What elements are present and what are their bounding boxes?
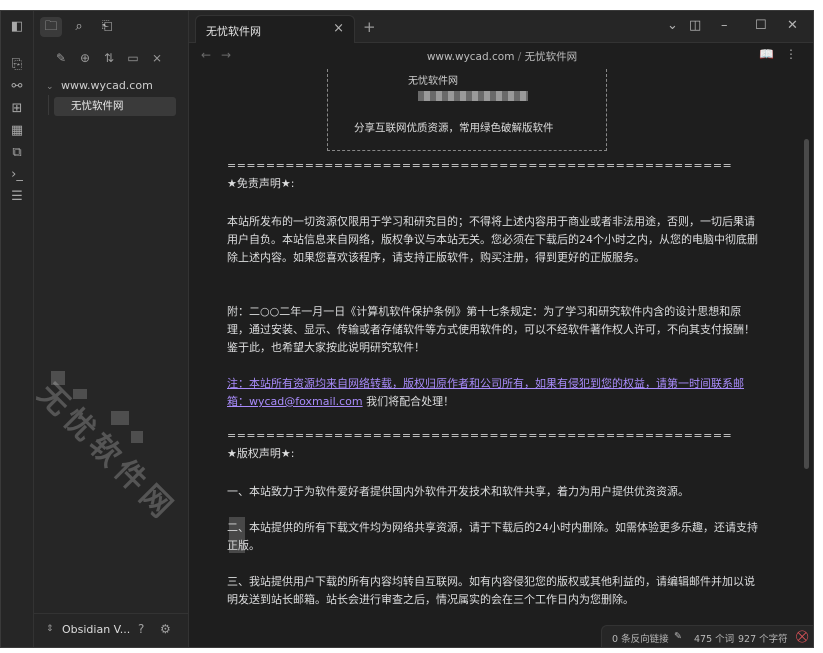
banner-blurred-text [418, 91, 528, 101]
breadcrumb-folder[interactable]: www.wycad.com [427, 51, 515, 63]
copyright-item-2: 二、本站提供的所有下载文件均为网络共享资源，请于下载后的24小时内删除。如需体验… [227, 521, 758, 552]
sync-error-icon[interactable]: ⛒ [796, 629, 808, 644]
new-tab-button[interactable]: + [363, 18, 376, 36]
search-tab-icon[interactable]: ⌕ [68, 17, 90, 37]
toggle-sidebar-icon[interactable]: ◧ [9, 19, 25, 35]
vertical-scrollbar[interactable] [804, 139, 809, 469]
command-palette-icon[interactable]: ›_ [9, 167, 25, 183]
tree-file-label: 无忧软件网 [71, 100, 124, 112]
disclaimer-heading: ★免责声明★: [227, 177, 295, 190]
regulation-paragraph: 附：二○○二年一月一日《计算机软件保护条例》第十七条规定：为了学习和研究软件内含… [227, 305, 755, 354]
tree-indent-guide [48, 95, 49, 115]
tree-folder-wycad[interactable]: ⌄ www.wycad.com [46, 77, 186, 95]
file-explorer-toolbar: ✎ ⊕ ⇅ ▭ ⨯ [34, 47, 188, 71]
divider-line: ========================================… [227, 159, 733, 172]
status-bar: 0 条反向链接 ✎ 475 个词 927 个字符 ⛒ [601, 625, 813, 647]
note-content: 无忧软件网 分享互联网优质资源，常用绿色破解版软件 ==============… [227, 69, 762, 629]
file-explorer-pane: 🗀 ⌕ ⎗ ✎ ⊕ ⇅ ▭ ⨯ ⌄ www.wycad.com 无忧软件网 ⇕ … [34, 11, 189, 647]
right-sidebar-toggle-icon[interactable]: ◫ [689, 18, 701, 33]
open-quick-switcher-icon[interactable]: ⎘ [9, 57, 25, 73]
settings-gear-icon[interactable]: ⚙ [160, 622, 171, 636]
vault-name[interactable]: Obsidian V... [62, 623, 130, 636]
banner-tagline: 分享互联网优质资源，常用绿色破解版软件 [354, 122, 554, 134]
tab-active[interactable]: 无忧软件网 × [195, 15, 355, 43]
ribbon: ⎘ ⚯ ⊞ ▦ ⧉ ›_ ☰ ◧ [1, 11, 34, 647]
contact-paragraph: 注：本站所有资源均来自网络转载，版权归原作者和公司所有，如果有侵犯到您的权益，请… [227, 375, 762, 411]
vault-switcher-bar: ⇕ Obsidian V... ? ⚙ [34, 613, 188, 647]
new-note-icon[interactable]: ✎ [52, 49, 70, 67]
breadcrumb-separator: / [517, 51, 522, 63]
canvas-icon[interactable]: ⊞ [9, 101, 25, 117]
contact-suffix: 我们将配合处理！ [362, 395, 455, 408]
banner-site-name: 无忧软件网 [408, 76, 458, 87]
view-header: ← → www.wycad.com / 无忧软件网 📖 ⋮ [189, 43, 813, 69]
copyright-item-3: 三、我站提供用户下载的所有内容均转自互联网。如有内容侵犯您的版权或其他利益的，请… [227, 575, 755, 606]
char-count: 927 个字符 [738, 634, 788, 645]
copyright-item-1: 一、本站致力于为软件爱好者提供国内外软件开发技术和软件共享，着力为用户提供优资资… [227, 485, 689, 498]
close-window-button[interactable]: ✕ [787, 18, 798, 33]
word-count: 475 个词 [694, 634, 735, 645]
editor-pane: 无忧软件网 × + ⌄ ◫ – ☐ ✕ ← → www.wycad.com / … [189, 11, 813, 647]
more-options-icon[interactable]: ⋮ [785, 47, 797, 61]
banner-box: 无忧软件网 分享互联网优质资源，常用绿色破解版软件 [327, 69, 607, 151]
backlinks-count[interactable]: 0 条反向链接 [612, 631, 669, 645]
breadcrumb: www.wycad.com / 无忧软件网 [189, 49, 813, 64]
tree-file-active[interactable]: 无忧软件网 [54, 97, 176, 116]
divider-line: ========================================… [227, 429, 733, 442]
collapse-all-icon[interactable]: ⨯ [148, 49, 166, 67]
watermark-pixel [131, 431, 143, 443]
maximize-button[interactable]: ☐ [755, 18, 767, 33]
minimize-button[interactable]: – [721, 18, 728, 33]
edit-pencil-icon[interactable]: ✎ [674, 631, 682, 642]
tab-list-dropdown-icon[interactable]: ⌄ [667, 18, 678, 33]
new-folder-icon[interactable]: ⊕ [76, 49, 94, 67]
graph-view-icon[interactable]: ⚯ [9, 79, 25, 95]
daily-note-icon[interactable]: ▦ [9, 123, 25, 139]
sort-icon[interactable]: ⇅ [100, 49, 118, 67]
tab-title: 无忧软件网 [206, 25, 261, 38]
help-icon[interactable]: ? [138, 622, 144, 636]
auto-reveal-icon[interactable]: ▭ [124, 49, 142, 67]
tab-bar: 无忧软件网 × + ⌄ ◫ – ☐ ✕ [189, 11, 813, 43]
bookmarks-list-icon[interactable]: ☰ [9, 189, 25, 205]
tree-folder-label: www.wycad.com [61, 79, 153, 92]
chevron-down-icon: ⌄ [46, 82, 54, 92]
tab-close-icon[interactable]: × [333, 21, 344, 36]
copyright-heading: ★版权声明★: [227, 447, 295, 460]
watermark-pixel [229, 517, 245, 553]
vault-switch-chevron-icon[interactable]: ⇕ [46, 624, 54, 634]
breadcrumb-file[interactable]: 无忧软件网 [525, 51, 578, 63]
app-window: ⎘ ⚯ ⊞ ▦ ⧉ ›_ ☰ ◧ 🗀 ⌕ ⎗ ✎ ⊕ ⇅ ▭ ⨯ ⌄ www.w… [0, 10, 814, 648]
templates-icon[interactable]: ⧉ [9, 145, 25, 161]
reading-view-book-icon[interactable]: 📖 [759, 47, 774, 61]
contact-email-link[interactable]: 注：本站所有资源均来自网络转载，版权归原作者和公司所有，如果有侵犯到您的权益，请… [227, 377, 744, 408]
sidebar-tabbar: 🗀 ⌕ ⎗ [34, 11, 188, 43]
bookmarks-tab-icon[interactable]: ⎗ [96, 17, 118, 37]
files-tab-folder-icon[interactable]: 🗀 [40, 17, 62, 37]
disclaimer-paragraph: 本站所发布的一切资源仅限用于学习和研究目的；不得将上述内容用于商业或者非法用途，… [227, 215, 758, 264]
